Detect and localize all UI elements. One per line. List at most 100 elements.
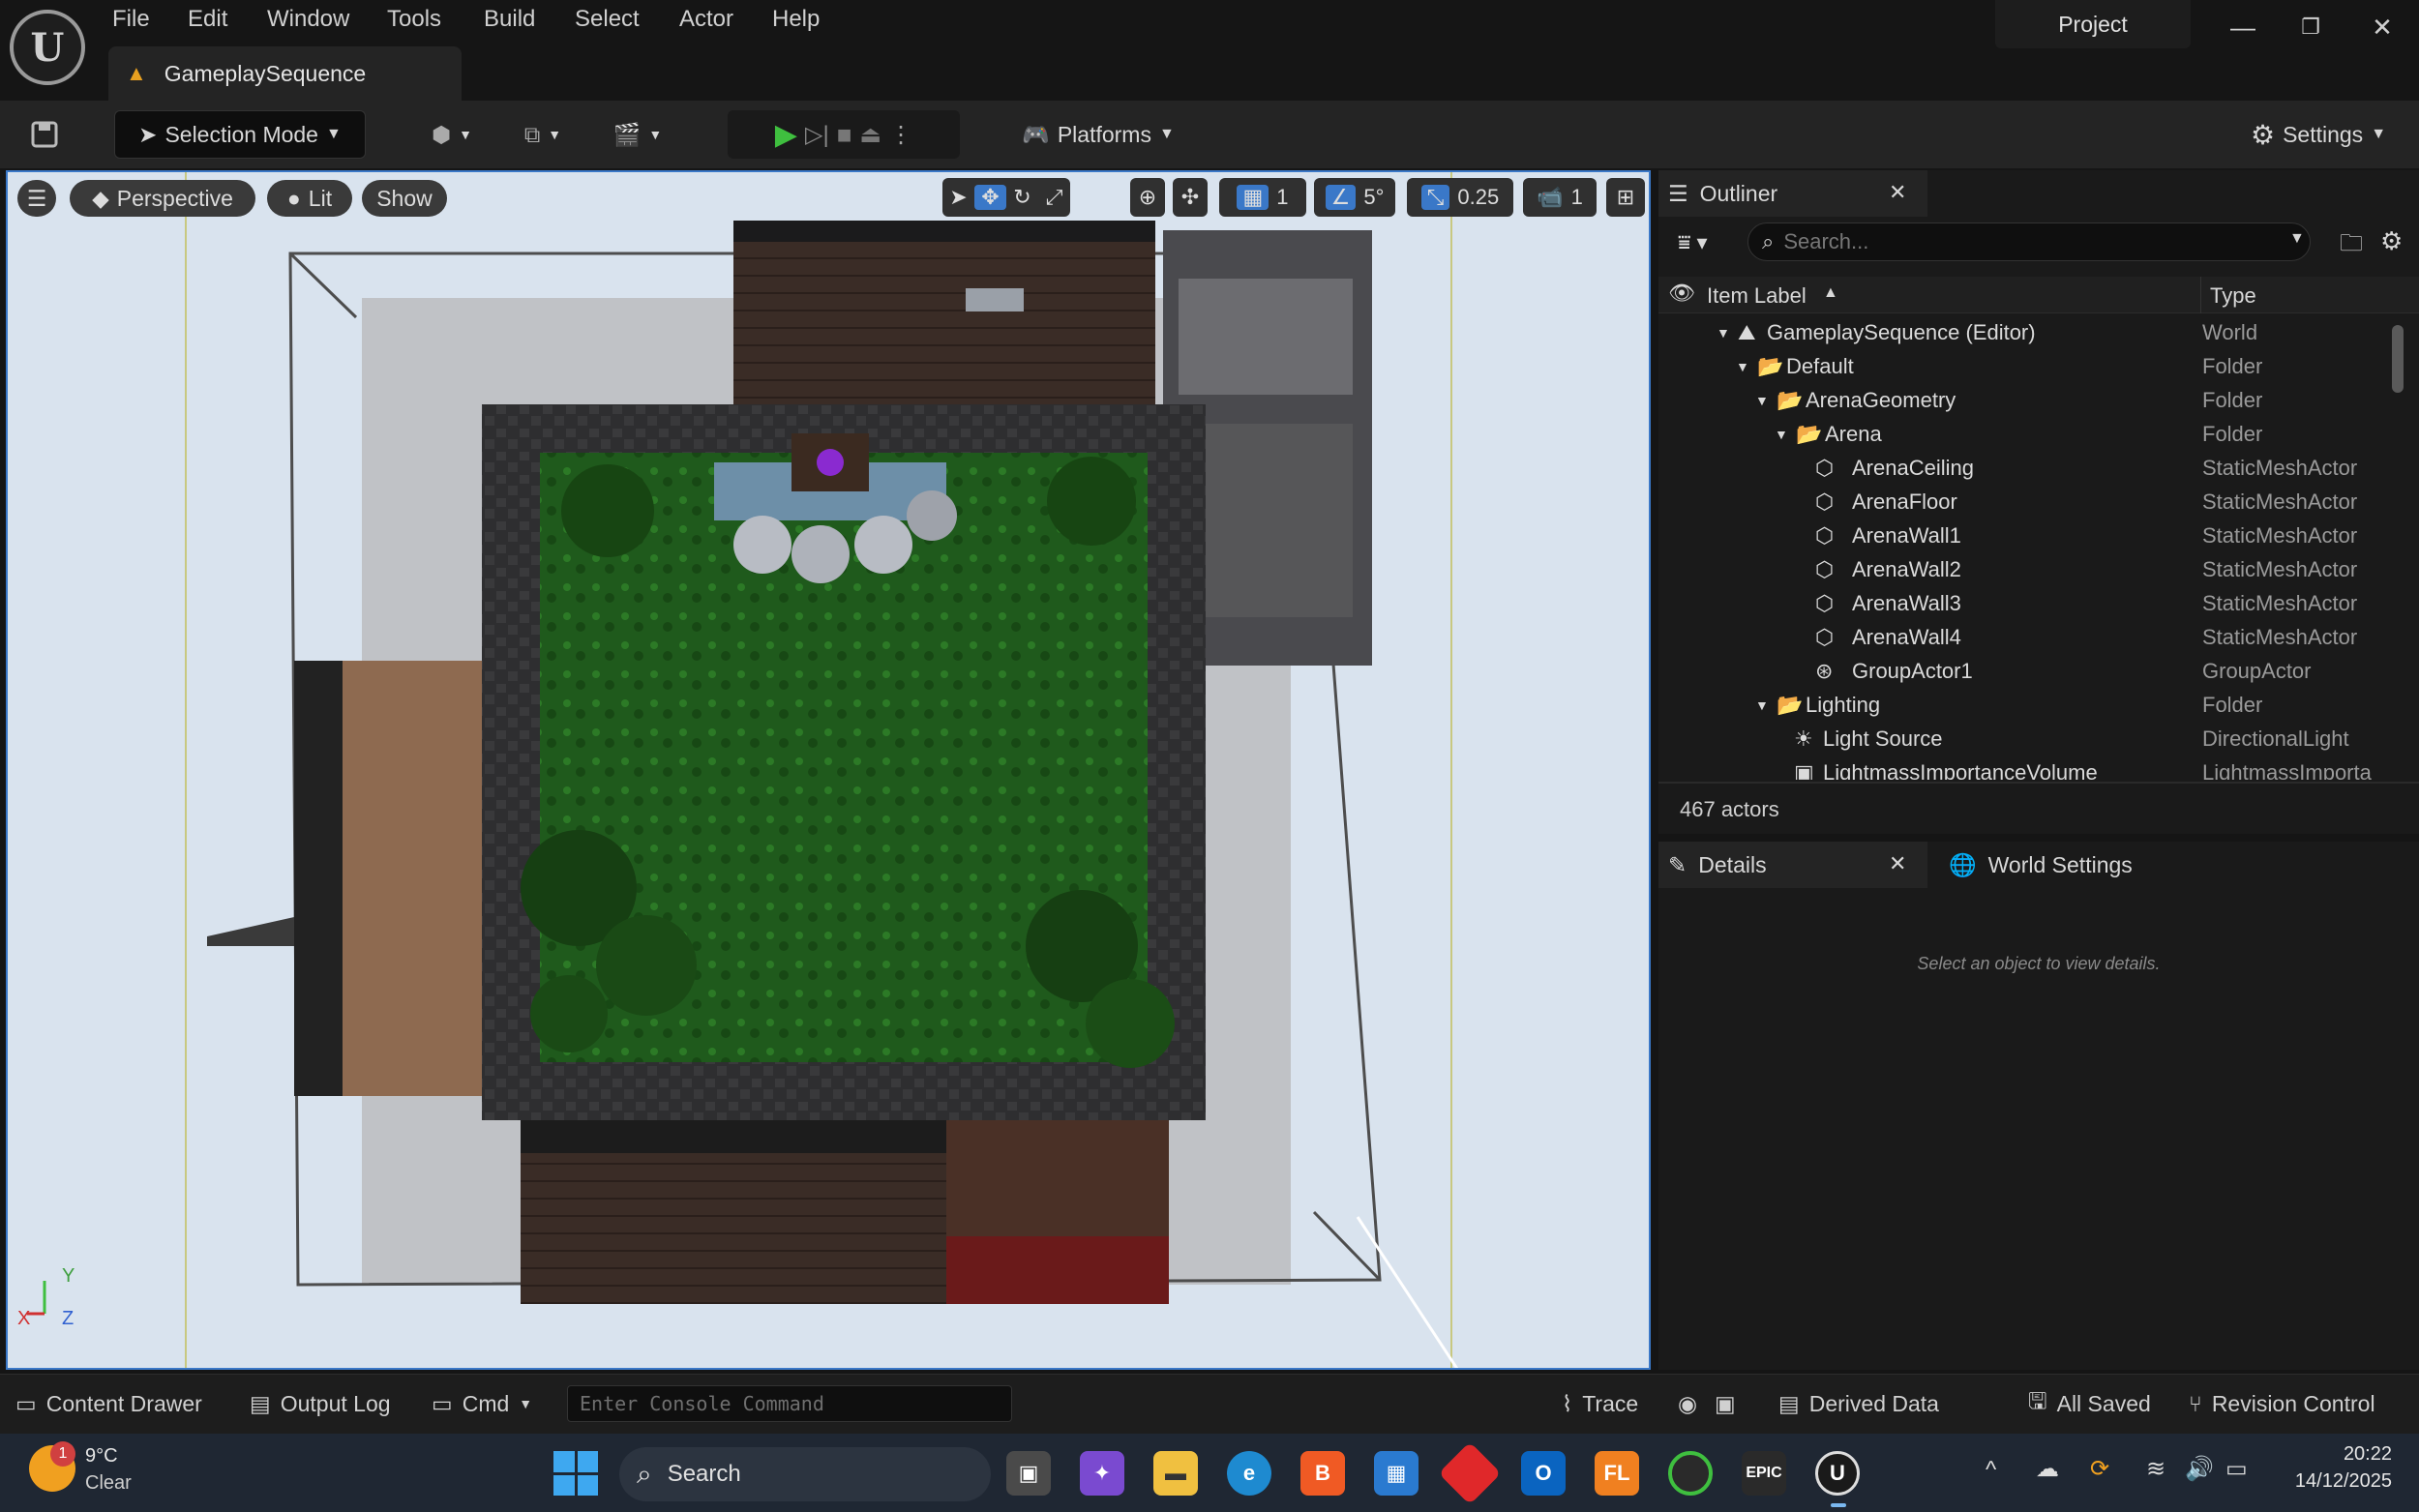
store-icon[interactable]: ▦ [1374,1451,1419,1496]
outliner-search-input[interactable]: ⌕ Search... [1747,222,2311,261]
outliner-tab[interactable]: ☰ Outliner [1658,170,1927,217]
minimize-icon[interactable]: — [2214,8,2272,46]
close-tab-icon[interactable]: ✕ [1889,180,1906,205]
selection-mode-dropdown[interactable]: ➤ Selection Mode ▼ [114,110,366,159]
scale-tool-icon[interactable]: ⤢ [1038,185,1070,210]
angle-snap-button[interactable]: ∠ 5° [1314,178,1395,217]
level-viewport[interactable]: ☰ ◆ Perspective ● Lit Show ➤ ✥ ↻ ⤢ ⊕ ✣ ▦… [6,170,1651,1370]
details-tab[interactable]: ✎ Details [1658,842,1927,888]
chevron-down-icon[interactable]: ▼ [2289,230,2305,248]
lit-button[interactable]: ● Lit [267,180,352,217]
loading-app-icon[interactable] [1668,1451,1713,1496]
more-icon[interactable]: ⋮ [889,121,912,149]
screenshot-icon[interactable]: ▣ [1715,1385,1736,1422]
close-icon[interactable]: ✕ [2353,8,2411,46]
menu-file[interactable]: File [112,6,150,33]
stop-icon[interactable]: ■ [837,120,852,150]
tree-row-actor[interactable]: ⬡ ArenaFloor StaticMeshActor [1658,485,2404,519]
tree-row-folder[interactable]: ▼ 📂 Lighting Folder [1658,688,2404,722]
world-space-icon[interactable]: ⊕ [1130,178,1165,217]
wifi-icon[interactable]: ≋ [2146,1455,2165,1483]
grid-snap-button[interactable]: ▦ 1 [1219,178,1306,217]
tree-row-actor[interactable]: ⬡ ArenaWall2 StaticMeshActor [1658,552,2404,586]
step-icon[interactable]: ▷| [805,121,829,149]
unreal-taskbar-icon[interactable]: U [1815,1451,1860,1496]
file-explorer-icon[interactable]: ▬ [1153,1451,1198,1496]
brave-icon[interactable]: B [1300,1451,1345,1496]
copilot-icon[interactable]: ✦ [1080,1451,1124,1496]
add-folder-icon[interactable]: 🗀 [2340,226,2363,266]
tree-row-folder[interactable]: ▼ 📂 Arena Folder [1658,417,2404,451]
record-icon[interactable]: ◉ [1678,1385,1697,1422]
menu-build[interactable]: Build [484,6,535,33]
edge-icon[interactable]: e [1227,1451,1271,1496]
world-settings-tab[interactable]: 🌐 World Settings [1939,842,2191,888]
viewport-menu-icon[interactable]: ☰ [17,180,56,217]
add-actor-button[interactable]: ⬢ ▼ [418,110,486,159]
taskbar-search[interactable]: ⌕ Search [619,1447,991,1501]
all-saved-button[interactable]: 🖫 All Saved [2028,1385,2151,1422]
sync-icon[interactable]: ⟳ [2090,1455,2109,1483]
gear-icon[interactable]: ⚙ [2380,226,2403,256]
menu-window[interactable]: Window [267,6,349,33]
column-item-label[interactable]: Item Label [1707,283,1807,309]
menu-help[interactable]: Help [772,6,820,33]
tree-row-folder[interactable]: ▼ 📂 Default Folder [1658,349,2404,383]
select-tool-icon[interactable]: ➤ [942,185,974,210]
battery-icon[interactable]: ▭ [2225,1455,2248,1483]
column-type[interactable]: Type [2210,283,2256,309]
console-command-input[interactable]: Enter Console Command [567,1385,1012,1422]
tree-row-folder[interactable]: ▼ 📂 ArenaGeometry Folder [1658,383,2404,417]
outliner-scrollbar[interactable] [2392,325,2404,393]
tree-row-world[interactable]: ▼ ⛰ GameplaySequence (Editor) World [1658,315,2404,349]
output-log-button[interactable]: ▤ Output Log [250,1385,391,1422]
restore-icon[interactable]: ❐ [2282,8,2340,46]
unreal-logo-icon[interactable]: U [10,10,85,85]
menu-tools[interactable]: Tools [387,6,441,33]
tab-gameplay-sequence[interactable]: ▲ GameplaySequence [108,46,462,101]
epic-games-icon[interactable]: EPIC [1742,1451,1786,1496]
menu-select[interactable]: Select [575,6,640,33]
menu-actor[interactable]: Actor [679,6,733,33]
visibility-eye-icon[interactable]: 👁 [1668,281,1695,306]
blueprints-button[interactable]: ⧉ ▼ [509,110,577,159]
temperature[interactable]: 9°C [85,1445,118,1468]
fl-studio-icon[interactable]: FL [1595,1451,1639,1496]
volume-icon[interactable]: 🔊 [2185,1455,2214,1483]
close-tab-icon[interactable]: ✕ [1889,851,1906,876]
tree-row-actor[interactable]: ⬡ ArenaCeiling StaticMeshActor [1658,451,2404,485]
outlook-icon[interactable]: O [1521,1451,1566,1496]
tray-overflow-icon[interactable]: ^ [1986,1457,1996,1484]
filter-icon[interactable]: ⩸ ▾ [1678,230,1708,255]
menu-edit[interactable]: Edit [188,6,227,33]
tree-row-actor[interactable]: ☀ Light Source DirectionalLight [1658,722,2404,756]
cinematics-button[interactable]: 🎬 ▼ [604,110,672,159]
tree-row-actor[interactable]: ⬡ ArenaWall1 StaticMeshActor [1658,519,2404,552]
cmd-dropdown[interactable]: ▭ Cmd ▼ [432,1385,532,1422]
derived-data-button[interactable]: ▤ Derived Data [1778,1385,1939,1422]
perspective-button[interactable]: ◆ Perspective [70,180,255,217]
project-button[interactable]: Project [1995,0,2191,48]
tree-row-actor[interactable]: ⊛ GroupActor1 GroupActor [1658,654,2404,688]
revision-control-button[interactable]: ⑂ Revision Control [2189,1385,2375,1422]
tree-row-actor[interactable]: ⬡ ArenaWall3 StaticMeshActor [1658,586,2404,620]
task-view-icon[interactable]: ▣ [1006,1451,1051,1496]
trace-button[interactable]: ⌇ Trace [1562,1385,1638,1422]
show-button[interactable]: Show [362,180,447,217]
windows-start-icon[interactable] [553,1451,598,1496]
weather-condition[interactable]: Clear [85,1472,132,1495]
clock-time[interactable]: 20:22 [2276,1443,2392,1466]
eject-icon[interactable]: ⏏ [859,121,881,149]
tree-row-actor[interactable]: ▣ LightmassImportanceVolume LightmassImpor… [1658,756,2404,781]
clock-date[interactable]: 14/12/2025 [2256,1470,2392,1493]
layout-icon[interactable]: ⊞ [1606,178,1645,217]
camera-speed-button[interactable]: 📹 1 [1523,178,1597,217]
surface-snap-icon[interactable]: ✣ [1173,178,1208,217]
platforms-dropdown[interactable]: 🎮 Platforms ▼ [1006,110,1190,159]
settings-dropdown[interactable]: ⚙ Settings ▼ [2231,110,2405,159]
play-icon[interactable]: ▶ [775,118,797,152]
content-drawer-button[interactable]: ▭ Content Drawer [15,1385,202,1422]
cloud-off-icon[interactable]: ☁ [2036,1455,2059,1483]
translate-tool-icon[interactable]: ✥ [974,185,1006,210]
save-icon[interactable] [21,110,68,159]
